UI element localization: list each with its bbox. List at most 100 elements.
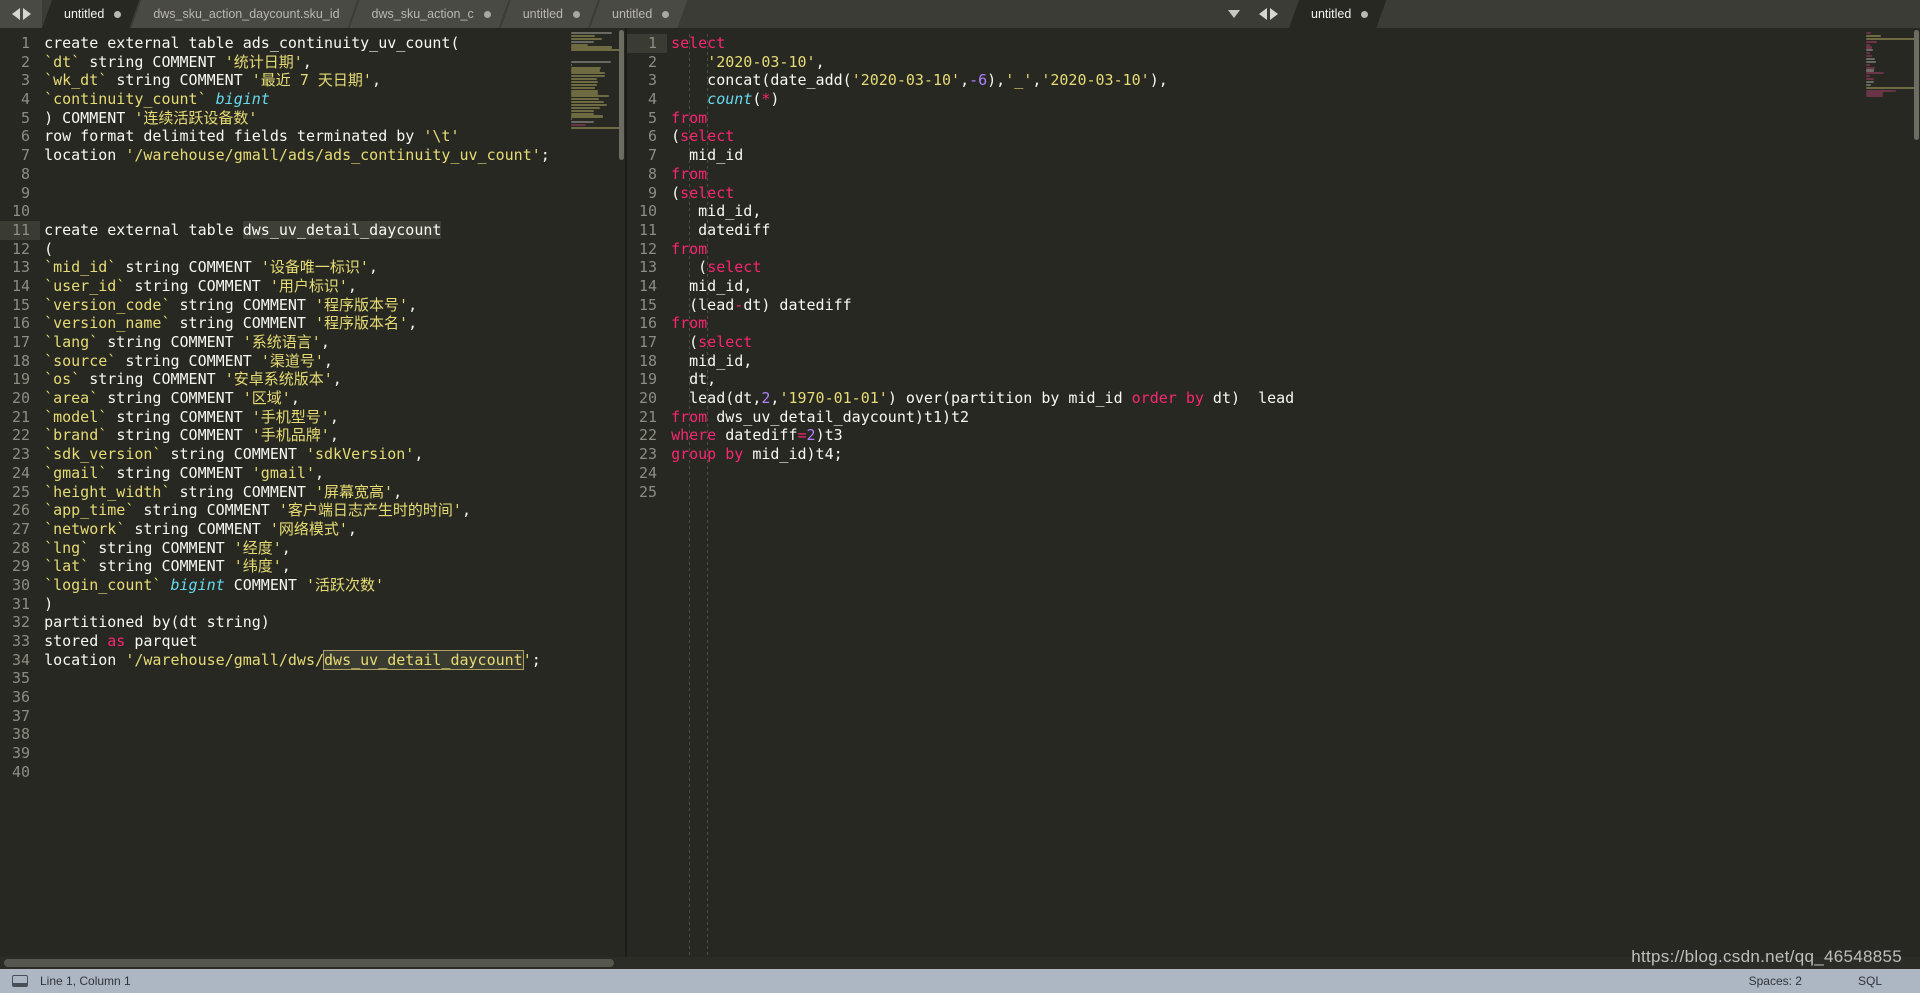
code-line[interactable]: location '/warehouse/gmall/ads/ads_conti…: [44, 146, 567, 165]
code-line[interactable]: `wk_dt` string COMMENT '最近 7 天日期',: [44, 71, 567, 90]
editor-pane-left[interactable]: 1 2 3 4 5 6 7 8 9 10 11 12 13 14 15 16 17 18 19 20 21 22 23 24 2…: [0, 28, 627, 957]
code-line[interactable]: (select: [671, 184, 1862, 203]
code-line[interactable]: group by mid_id)t4;: [671, 445, 1862, 464]
code-line[interactable]: [44, 165, 567, 184]
minimap-right[interactable]: [1862, 28, 1920, 957]
code-line[interactable]: '2020-03-10',: [671, 53, 1862, 72]
code-line[interactable]: ): [44, 595, 567, 614]
code-line[interactable]: (select: [671, 127, 1862, 146]
tab-left-3[interactable]: untitled: [501, 0, 598, 28]
code-line[interactable]: `source` string COMMENT '渠道号',: [44, 352, 567, 371]
code-line[interactable]: concat(date_add('2020-03-10',-6),'_','20…: [671, 71, 1862, 90]
code-line[interactable]: (select: [671, 333, 1862, 352]
code-line[interactable]: `app_time` string COMMENT '客户端日志产生时的时间',: [44, 501, 567, 520]
code-line[interactable]: from: [671, 314, 1862, 333]
code-line[interactable]: `lang` string COMMENT '系统语言',: [44, 333, 567, 352]
code-line[interactable]: `lng` string COMMENT '经度',: [44, 539, 567, 558]
syntax-mode[interactable]: SQL: [1858, 974, 1882, 988]
code-line[interactable]: from dws_uv_detail_daycount)t1)t2: [671, 408, 1862, 427]
code-line[interactable]: `sdk_version` string COMMENT 'sdkVersion…: [44, 445, 567, 464]
code-line[interactable]: `user_id` string COMMENT '用户标识',: [44, 277, 567, 296]
code-line[interactable]: `brand` string COMMENT '手机品牌',: [44, 426, 567, 445]
code-line[interactable]: (lead-dt) datediff: [671, 296, 1862, 315]
code-line[interactable]: `gmail` string COMMENT 'gmail',: [44, 464, 567, 483]
code-line[interactable]: `version_code` string COMMENT '程序版本号',: [44, 296, 567, 315]
tab-modified-dot[interactable]: [114, 11, 121, 18]
code-line[interactable]: dt,: [671, 370, 1862, 389]
code-line[interactable]: row format delimited fields terminated b…: [44, 127, 567, 146]
code-line[interactable]: ) COMMENT '连续活跃设备数': [44, 109, 567, 128]
tab-modified-dot[interactable]: [662, 11, 669, 18]
horizontal-scrollbar-thumb[interactable]: [4, 959, 614, 967]
code-line[interactable]: [44, 184, 567, 203]
triangle-left-icon[interactable]: [11, 8, 20, 20]
tab-modified-dot[interactable]: [573, 11, 580, 18]
code-line[interactable]: `network` string COMMENT '网络模式',: [44, 520, 567, 539]
code-line[interactable]: count(*): [671, 90, 1862, 109]
code-line[interactable]: `dt` string COMMENT '统计日期',: [44, 53, 567, 72]
code-content-left[interactable]: create external table ads_continuity_uv_…: [40, 28, 567, 957]
tab-modified-dot[interactable]: [1361, 11, 1368, 18]
code-line[interactable]: mid_id,: [671, 352, 1862, 371]
tab-left-2[interactable]: dws_sku_action_c: [350, 0, 509, 28]
minimap-line: [1866, 52, 1870, 55]
code-line[interactable]: `mid_id` string COMMENT '设备唯一标识',: [44, 258, 567, 277]
indent-setting[interactable]: Spaces: 2: [1749, 974, 1802, 988]
tab-overflow-dropdown[interactable]: [1221, 0, 1248, 28]
code-line[interactable]: datediff: [671, 221, 1862, 240]
editor-pane-right[interactable]: 1 2 3 4 5 6 7 8 9 10 11 12 13 14 15 16 17 18 19 20 21 22 23 24 2…: [627, 28, 1920, 957]
code-content-right[interactable]: select '2020-03-10', concat(date_add('20…: [667, 28, 1862, 957]
code-line[interactable]: [671, 464, 1862, 483]
chevron-down-icon[interactable]: [1228, 10, 1241, 18]
code-token: '纬度': [233, 557, 282, 576]
code-line[interactable]: [44, 744, 567, 763]
code-line[interactable]: `continuity_count` bigint: [44, 90, 567, 109]
code-line[interactable]: [44, 725, 567, 744]
code-line[interactable]: [671, 483, 1862, 502]
code-line[interactable]: partitioned by(dt string): [44, 613, 567, 632]
code-line[interactable]: from: [671, 240, 1862, 259]
code-line[interactable]: `model` string COMMENT '手机型号',: [44, 408, 567, 427]
code-line[interactable]: lead(dt,2,'1970-01-01') over(partition b…: [671, 389, 1862, 408]
tab-left-1[interactable]: dws_sku_action_daycount.sku_id: [131, 0, 357, 28]
code-line[interactable]: create external table ads_continuity_uv_…: [44, 34, 567, 53]
code-line[interactable]: from: [671, 109, 1862, 128]
code-line[interactable]: location '/warehouse/gmall/dws/dws_uv_de…: [44, 649, 567, 670]
code-line[interactable]: (select: [671, 258, 1862, 277]
triangle-left-icon[interactable]: [1258, 8, 1267, 20]
triangle-right-icon[interactable]: [1269, 8, 1278, 20]
code-line[interactable]: `height_width` string COMMENT '屏幕宽高',: [44, 483, 567, 502]
code-line[interactable]: mid_id,: [671, 277, 1862, 296]
minimap-scroll-thumb-right[interactable]: [1914, 30, 1919, 140]
code-line[interactable]: `version_name` string COMMENT '程序版本名',: [44, 314, 567, 333]
code-line[interactable]: `lat` string COMMENT '纬度',: [44, 557, 567, 576]
code-line[interactable]: `os` string COMMENT '安卓系统版本',: [44, 370, 567, 389]
code-line[interactable]: (: [44, 240, 567, 259]
code-line[interactable]: mid_id,: [671, 202, 1862, 221]
tab-nav-arrows-left-group[interactable]: [0, 0, 42, 28]
code-line[interactable]: select: [671, 34, 1862, 53]
code-line[interactable]: create external table dws_uv_detail_dayc…: [44, 220, 567, 240]
code-line[interactable]: [44, 763, 567, 782]
code-line[interactable]: `login_count` bigint COMMENT '活跃次数': [44, 576, 567, 595]
code-line[interactable]: [44, 669, 567, 688]
code-line[interactable]: [44, 707, 567, 726]
code-line[interactable]: mid_id: [671, 146, 1862, 165]
code-line[interactable]: where datediff=2)t3: [671, 426, 1862, 445]
minimap-left[interactable]: [567, 28, 625, 957]
code-line[interactable]: stored as parquet: [44, 632, 567, 651]
code-line[interactable]: [44, 688, 567, 707]
tab-modified-dot[interactable]: [484, 11, 491, 18]
code-token: '客户端日志产生时的时间': [278, 501, 462, 520]
code-line[interactable]: from: [671, 165, 1862, 184]
tab-left-4[interactable]: untitled: [590, 0, 687, 28]
tab-nav-arrows-right-group[interactable]: [1247, 0, 1290, 28]
tab-left-0[interactable]: untitled: [42, 0, 139, 28]
minimap-scroll-thumb-left[interactable]: [619, 30, 624, 160]
code-line[interactable]: [44, 202, 567, 221]
triangle-right-icon[interactable]: [22, 8, 31, 20]
horizontal-scrollbar[interactable]: [0, 957, 1920, 969]
code-token: ,: [329, 407, 339, 426]
tab-right-0[interactable]: untitled: [1289, 0, 1386, 28]
code-line[interactable]: `area` string COMMENT '区域',: [44, 389, 567, 408]
